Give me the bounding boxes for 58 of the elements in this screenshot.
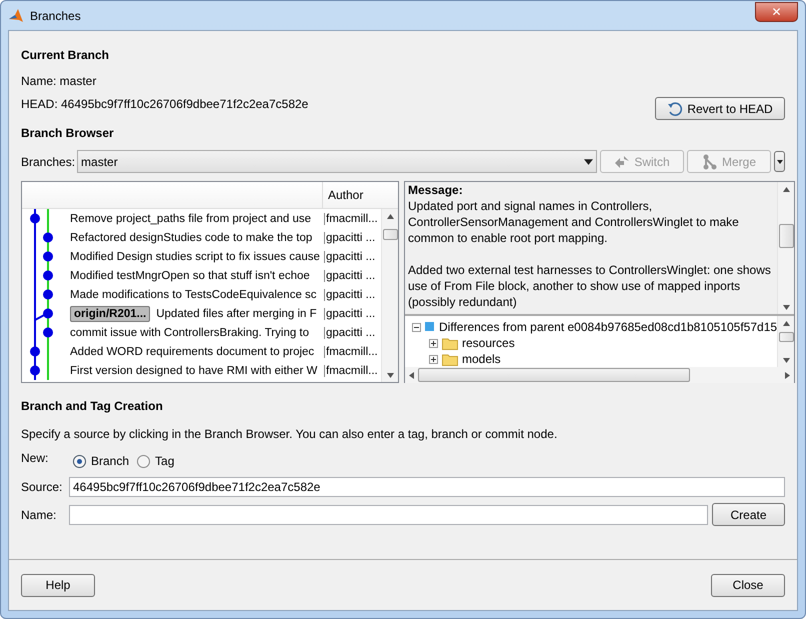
section-heading: Current Branch <box>21 48 110 62</box>
message-label: Message: <box>408 182 464 198</box>
horizontal-scrollbar[interactable] <box>405 367 794 383</box>
scroll-right-icon[interactable] <box>785 372 790 378</box>
scroll-down-icon[interactable] <box>782 305 790 310</box>
merge-icon <box>702 154 718 170</box>
scroll-down-icon[interactable] <box>782 358 790 363</box>
switch-arrows-icon <box>614 154 630 170</box>
source-label: Source: <box>21 480 64 494</box>
tree-toggle[interactable] <box>412 322 421 332</box>
section-heading: Branch Browser <box>21 126 115 140</box>
vertical-scrollbar[interactable] <box>777 316 794 367</box>
scroll-thumb[interactable] <box>778 224 794 248</box>
head-hash: HEAD: 46495bc9f7ff10c26706f9dbee71f2c2ea7c582e <box>21 97 308 111</box>
commit-message-text: Updated port and signal names in Controllers, ControllerSensorManagement and ControllersWinglet to make common to enable root port mapping. <box>408 198 740 246</box>
name-label: Name: <box>21 508 58 522</box>
caret-icon <box>776 160 782 164</box>
branches-dropdown[interactable]: master <box>77 150 597 173</box>
dialog-button[interactable]: Close <box>711 574 785 596</box>
scroll-up-icon[interactable] <box>782 321 790 326</box>
commit-message-cell[interactable]: origin/R201... Updated files after merging in F <box>64 306 324 322</box>
create-button[interactable]: Create <box>712 503 785 526</box>
revert-icon <box>667 100 684 116</box>
tree-toggle[interactable] <box>429 354 438 364</box>
more-button[interactable] <box>774 151 785 172</box>
scroll-thumb[interactable] <box>418 368 690 382</box>
source-field[interactable]: 46495bc9f7ff10c26706f9dbee71f2c2ea7c582e <box>69 477 785 497</box>
tree-item[interactable]: models <box>462 352 501 366</box>
dialog-button[interactable]: Help <box>21 574 95 596</box>
scroll-left-icon[interactable] <box>409 372 414 378</box>
commit-message-text: Added two external test harnesses to ControllersWinglet: one shows use of From File block, another to show use of mapped inports (possibly redundant) <box>408 262 772 310</box>
vertical-scrollbar[interactable] <box>777 182 794 314</box>
app-logo-icon <box>8 8 24 24</box>
scroll-up-icon[interactable] <box>782 187 790 192</box>
tree-item[interactable]: Differences from parent e0084b97685ed08cd1b8105105f57d15 <box>439 320 778 334</box>
section-heading: Branch and Tag Creation <box>21 399 164 413</box>
scroll-thumb[interactable] <box>778 332 794 342</box>
creation-hint: Specify a source by clicking in the Branch Browser. You can also enter a tag, branch or commit node. <box>21 427 558 441</box>
tree-item[interactable]: resources <box>462 336 515 350</box>
tree-toggle[interactable] <box>429 338 438 348</box>
branch-name: Name: master <box>21 74 98 88</box>
tag-label: origin/R201... <box>70 306 150 322</box>
scroll-down-icon[interactable] <box>386 373 394 378</box>
caret-icon <box>584 158 593 164</box>
scroll-thumb[interactable] <box>382 229 398 240</box>
folder-icon <box>442 336 458 350</box>
vertical-scrollbar[interactable] <box>381 209 398 382</box>
window-title: Branches <box>30 8 81 22</box>
revert-button[interactable]: Revert to HEAD <box>655 97 785 120</box>
commit-message: Updated files after merging in F <box>156 308 317 320</box>
column-header[interactable]: Author <box>322 182 384 208</box>
commit-square-icon <box>425 322 435 332</box>
name-field[interactable] <box>69 504 708 524</box>
new-label: New: <box>21 451 50 465</box>
scroll-up-icon[interactable] <box>386 214 394 219</box>
radio-option[interactable]: Tag <box>137 454 174 468</box>
radio-option[interactable]: Branch <box>73 454 130 468</box>
branches-label: Branches: <box>21 154 76 168</box>
